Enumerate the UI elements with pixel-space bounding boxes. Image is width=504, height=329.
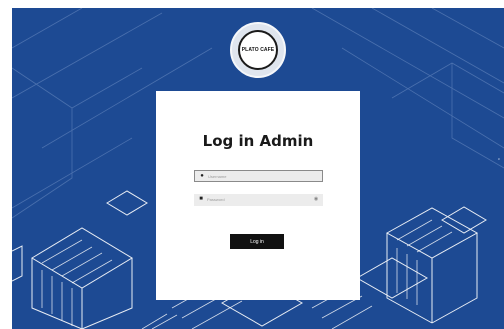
- page-title: Log in Admin: [202, 132, 314, 150]
- edge-marker: c: [498, 156, 500, 161]
- username-input[interactable]: [208, 171, 308, 181]
- username-field[interactable]: ●: [194, 170, 323, 182]
- logo-inner-ring: PLATO CAFE: [238, 30, 278, 70]
- login-button[interactable]: Log in: [230, 234, 284, 249]
- login-card: Log in Admin ● ■ ◉ Log in: [156, 91, 360, 300]
- logo-text: PLATO CAFE: [241, 47, 275, 53]
- password-input[interactable]: [207, 194, 307, 204]
- password-field[interactable]: ■ ◉: [194, 194, 323, 206]
- lock-icon: ■: [199, 196, 203, 202]
- logo-badge: PLATO CAFE: [230, 22, 286, 78]
- user-icon: ●: [200, 173, 204, 179]
- eye-icon[interactable]: ◉: [313, 196, 319, 202]
